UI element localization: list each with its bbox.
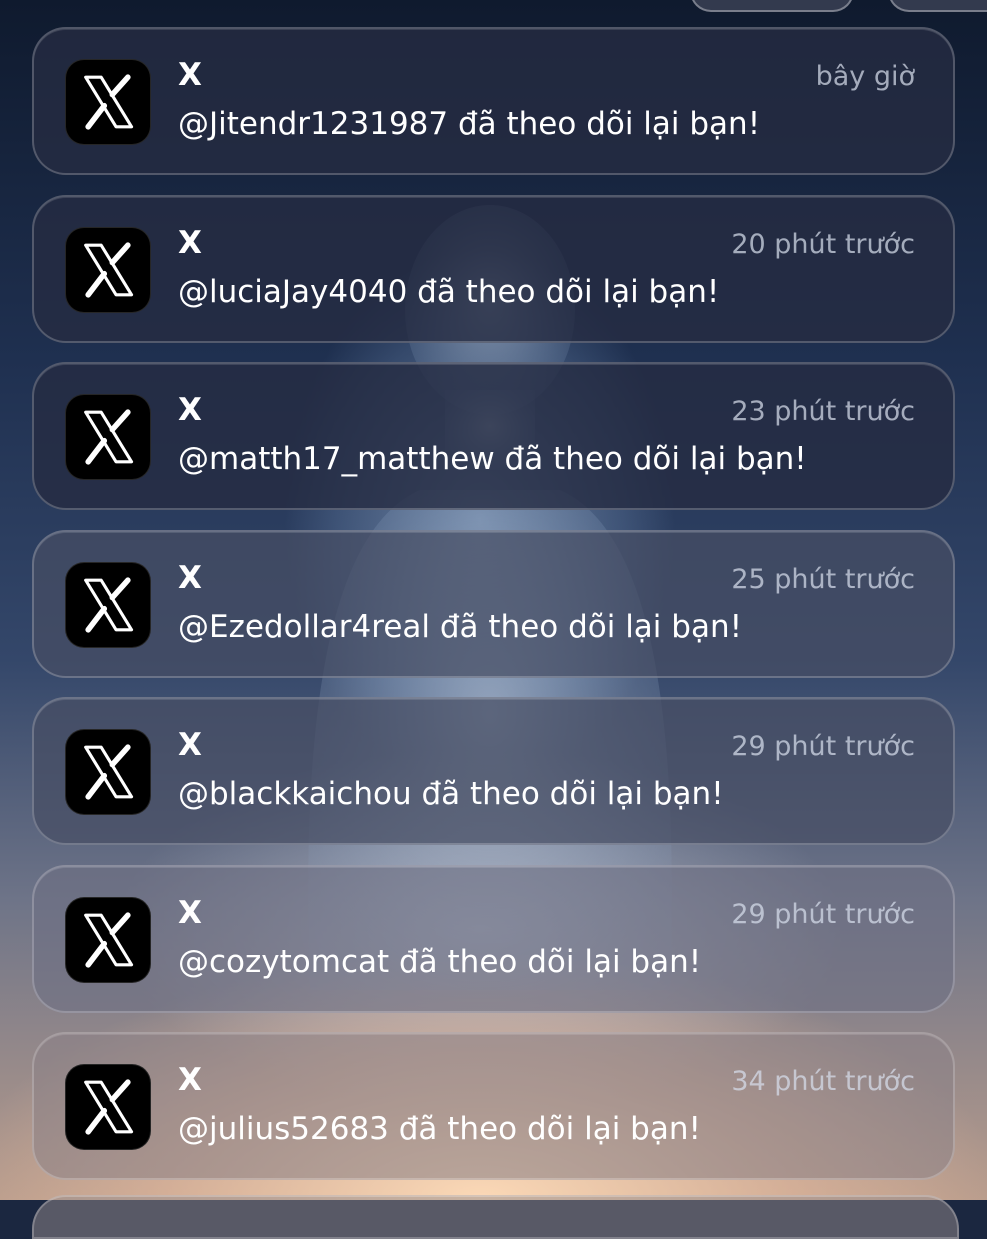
x-logo-icon (65, 394, 151, 480)
next-notification-edge (32, 1195, 959, 1239)
notification-card[interactable]: X 29 phút trước @cozytomcat đã theo dõi … (32, 864, 955, 1013)
notification-message: @julius52683 đã theo dõi lại bạn! (178, 1111, 701, 1147)
previous-notification-edge (690, 0, 854, 12)
notification-card[interactable]: X 23 phút trước @matth17_matthew đã theo… (32, 362, 955, 510)
x-logo-icon (65, 1064, 151, 1150)
notification-time: 29 phút trước (731, 898, 915, 930)
notification-message: @cozytomcat đã theo dõi lại bạn! (178, 943, 702, 980)
notification-card[interactable]: X 29 phút trước @blackkaichou đã theo dõ… (32, 697, 955, 845)
previous-notification-edge (888, 0, 987, 12)
notification-time: 20 phút trước (731, 228, 915, 260)
notification-time: 23 phút trước (731, 396, 915, 427)
app-name: X (178, 1062, 202, 1098)
x-logo-icon (65, 561, 151, 648)
x-logo-icon (65, 896, 151, 983)
app-name: X (178, 894, 202, 931)
notification-card[interactable]: X 25 phút trước @Ezedollar4real đã theo … (32, 529, 955, 678)
notification-time: 25 phút trước (731, 563, 915, 595)
app-name: X (178, 727, 202, 763)
x-logo-icon (65, 226, 151, 313)
notification-message: @luciaJay4040 đã theo dõi lại bạn! (178, 273, 720, 310)
notification-card[interactable]: X bây giờ @Jitendr1231987 đã theo dõi lạ… (32, 27, 955, 175)
notification-message: @Jitendr1231987 đã theo dõi lại bạn! (178, 106, 761, 142)
notification-card[interactable]: X 20 phút trước @luciaJay4040 đã theo dõ… (32, 194, 955, 343)
x-logo-icon (65, 729, 151, 815)
app-name: X (178, 392, 202, 428)
notification-time: bây giờ (815, 61, 915, 92)
notification-card[interactable]: X 34 phút trước @julius52683 đã theo dõi… (32, 1032, 955, 1180)
app-name: X (178, 559, 202, 596)
notification-message: @Ezedollar4real đã theo dõi lại bạn! (178, 608, 743, 645)
notification-message: @blackkaichou đã theo dõi lại bạn! (178, 776, 724, 812)
x-logo-icon (65, 59, 151, 145)
notification-time: 34 phút trước (731, 1066, 915, 1097)
notification-message: @matth17_matthew đã theo dõi lại bạn! (178, 441, 807, 477)
app-name: X (178, 57, 202, 93)
app-name: X (178, 224, 202, 261)
notification-time: 29 phút trước (731, 731, 915, 762)
notification-list: X bây giờ @Jitendr1231987 đã theo dõi lạ… (32, 27, 955, 1200)
